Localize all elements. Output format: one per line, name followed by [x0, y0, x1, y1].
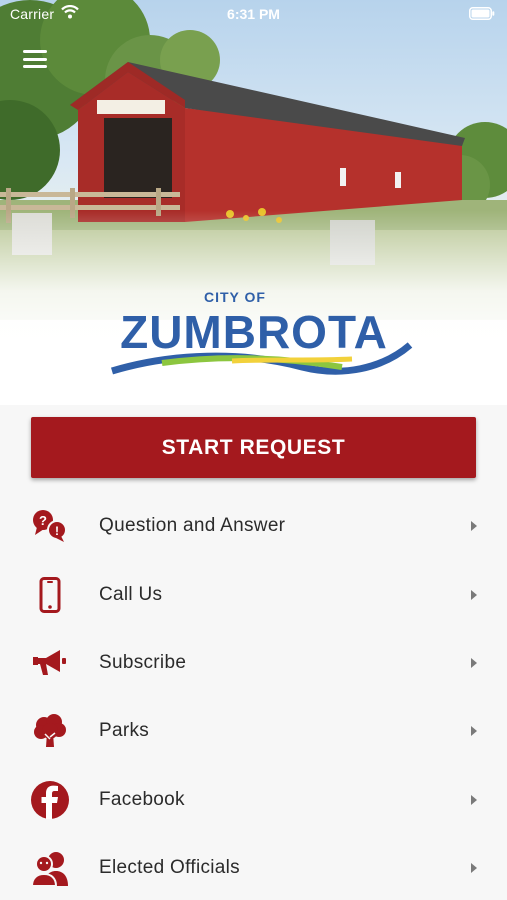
logo-city-name-text: ZUMBROTA: [120, 306, 388, 358]
chevron-right-icon: [471, 863, 477, 874]
hamburger-menu-button[interactable]: [22, 48, 48, 70]
menu-item-label: Call Us: [99, 583, 163, 605]
question-answer-icon: ? !: [30, 506, 70, 546]
officials-icon: [30, 848, 70, 888]
menu-item-call-us[interactable]: Call Us: [0, 560, 507, 628]
menu-item-label: Facebook: [99, 788, 185, 810]
chevron-right-icon: [471, 794, 477, 805]
menu-item-label: Elected Officials: [99, 857, 240, 879]
menu-item-label: Parks: [99, 720, 150, 742]
menu-item-facebook[interactable]: Facebook: [0, 766, 507, 834]
hamburger-line: [23, 65, 47, 68]
phone-icon: [30, 575, 70, 615]
status-bar: Carrier 6:31 PM: [0, 0, 507, 30]
chevron-right-icon: [471, 589, 477, 600]
hamburger-line: [23, 57, 47, 61]
menu-item-label: Question and Answer: [99, 515, 286, 537]
battery-icon: [469, 7, 495, 20]
chevron-right-icon: [471, 726, 477, 737]
chevron-right-icon: [471, 657, 477, 668]
menu-item-label: Subscribe: [99, 651, 187, 673]
main-menu-list: ? ! Question and Answer Call Us Subscrib…: [0, 492, 507, 900]
city-logo: CITY OF ZUMBROTA: [92, 283, 416, 393]
svg-text:?: ?: [39, 513, 47, 528]
menu-item-question-and-answer[interactable]: ? ! Question and Answer: [0, 492, 507, 560]
megaphone-icon: [30, 643, 70, 683]
svg-text:!: !: [55, 524, 59, 538]
logo-city-of-text: CITY OF: [204, 289, 266, 305]
start-request-button[interactable]: START REQUEST: [31, 417, 476, 478]
menu-item-elected-officials[interactable]: Elected Officials: [0, 834, 507, 900]
chevron-right-icon: [471, 521, 477, 532]
tree-icon: [30, 711, 70, 751]
menu-item-subscribe[interactable]: Subscribe: [0, 629, 507, 697]
hamburger-line: [23, 50, 47, 53]
status-time: 6:31 PM: [227, 6, 280, 22]
menu-item-parks[interactable]: Parks: [0, 697, 507, 765]
facebook-icon: [30, 780, 70, 820]
